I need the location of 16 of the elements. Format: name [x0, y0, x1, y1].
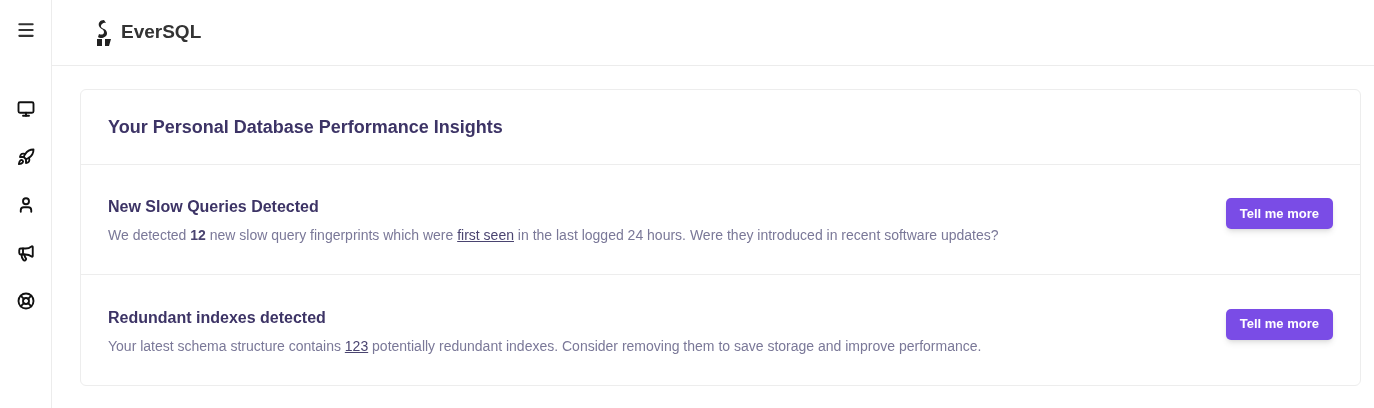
tell-me-more-button[interactable]: Tell me more [1225, 308, 1333, 340]
logo-icon [95, 18, 113, 47]
insight-title: Redundant indexes detected [108, 307, 327, 328]
insight-title: New Slow Queries Detected [108, 197, 320, 217]
insight-description: We detected 12 new slow query fingerprints which were first seen in the last logged 24 hours. Were they introduced in recent software updates? [108, 226, 1000, 245]
brand-name: EverSQL [121, 20, 202, 45]
link[interactable]: 123 [344, 337, 369, 354]
monitor-icon[interactable] [16, 100, 35, 118]
link[interactable]: first seen [457, 227, 514, 243]
megaphone-icon[interactable] [16, 244, 35, 262]
lifebuoy-icon[interactable] [16, 292, 35, 310]
rocket-icon[interactable] [16, 148, 35, 166]
menu-icon[interactable] [15, 20, 36, 40]
insight-description: Your latest schema structure contains 123 potentially redundant indexes. Consider removing them to save storage and improve performance. [108, 336, 983, 356]
tell-me-more-button[interactable]: Tell me more [1225, 198, 1333, 229]
card-title: Your Personal Database Performance Insights [108, 115, 503, 139]
